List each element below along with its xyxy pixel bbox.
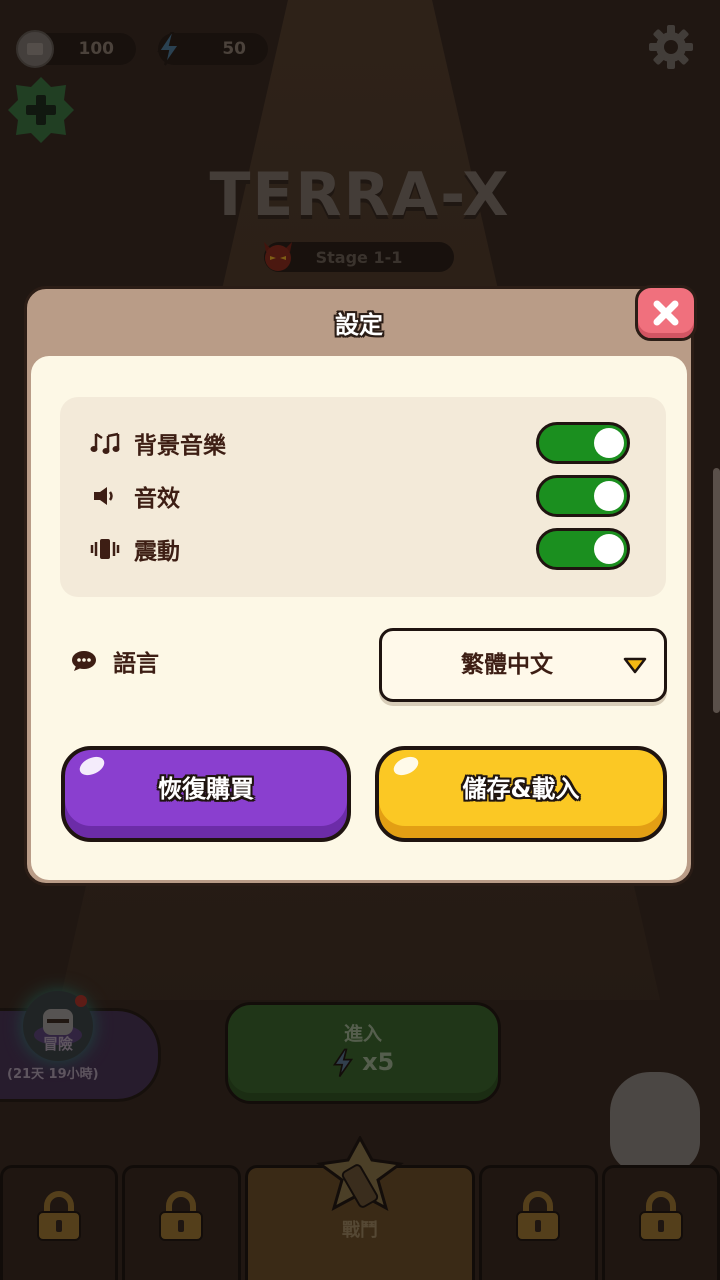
- language-row: 語言: [71, 644, 159, 678]
- music-icon: [90, 428, 120, 458]
- close-icon: [653, 300, 679, 326]
- setting-label-sfx: 音效: [134, 486, 180, 512]
- music-toggle[interactable]: [536, 422, 630, 464]
- sfx-toggle[interactable]: [536, 475, 630, 517]
- language-dropdown[interactable]: 繁體中文: [379, 628, 667, 702]
- speaker-icon: [90, 481, 120, 511]
- setting-label-vibration: 震動: [134, 539, 180, 565]
- button-shine: [390, 753, 422, 779]
- button-shine: [76, 753, 108, 779]
- close-button[interactable]: [635, 285, 697, 341]
- vibration-icon: [90, 534, 120, 564]
- vibration-toggle[interactable]: [536, 528, 630, 570]
- scroll-handle[interactable]: [713, 468, 720, 713]
- setting-row-sfx: 音效: [90, 476, 180, 516]
- settings-dialog: 設定 背景音樂 音效 震動 語言 繁體中文 恢復購買 儲存&載入: [24, 285, 697, 886]
- setting-row-music: 背景音樂: [90, 423, 226, 463]
- sound-settings-panel: 背景音樂 音效 震動: [60, 397, 666, 597]
- toggle-knob: [594, 428, 624, 458]
- setting-label-music: 背景音樂: [134, 433, 226, 459]
- toggle-knob: [594, 534, 624, 564]
- save-load-button[interactable]: 儲存&載入: [375, 746, 667, 842]
- restore-purchases-label: 恢復購買: [158, 775, 254, 803]
- language-label: 語言: [113, 651, 159, 677]
- toggle-knob: [594, 481, 624, 511]
- restore-purchases-button[interactable]: 恢復購買: [61, 746, 351, 842]
- chevron-down-icon: [622, 655, 648, 675]
- setting-row-vibration: 震動: [90, 529, 180, 569]
- dialog-title: 設定: [335, 311, 383, 339]
- chat-bubble-icon: [71, 648, 97, 674]
- save-load-label: 儲存&載入: [462, 775, 580, 803]
- dialog-body: 背景音樂 音效 震動 語言 繁體中文 恢復購買 儲存&載入: [31, 356, 687, 880]
- language-selected-value: 繁體中文: [461, 652, 553, 678]
